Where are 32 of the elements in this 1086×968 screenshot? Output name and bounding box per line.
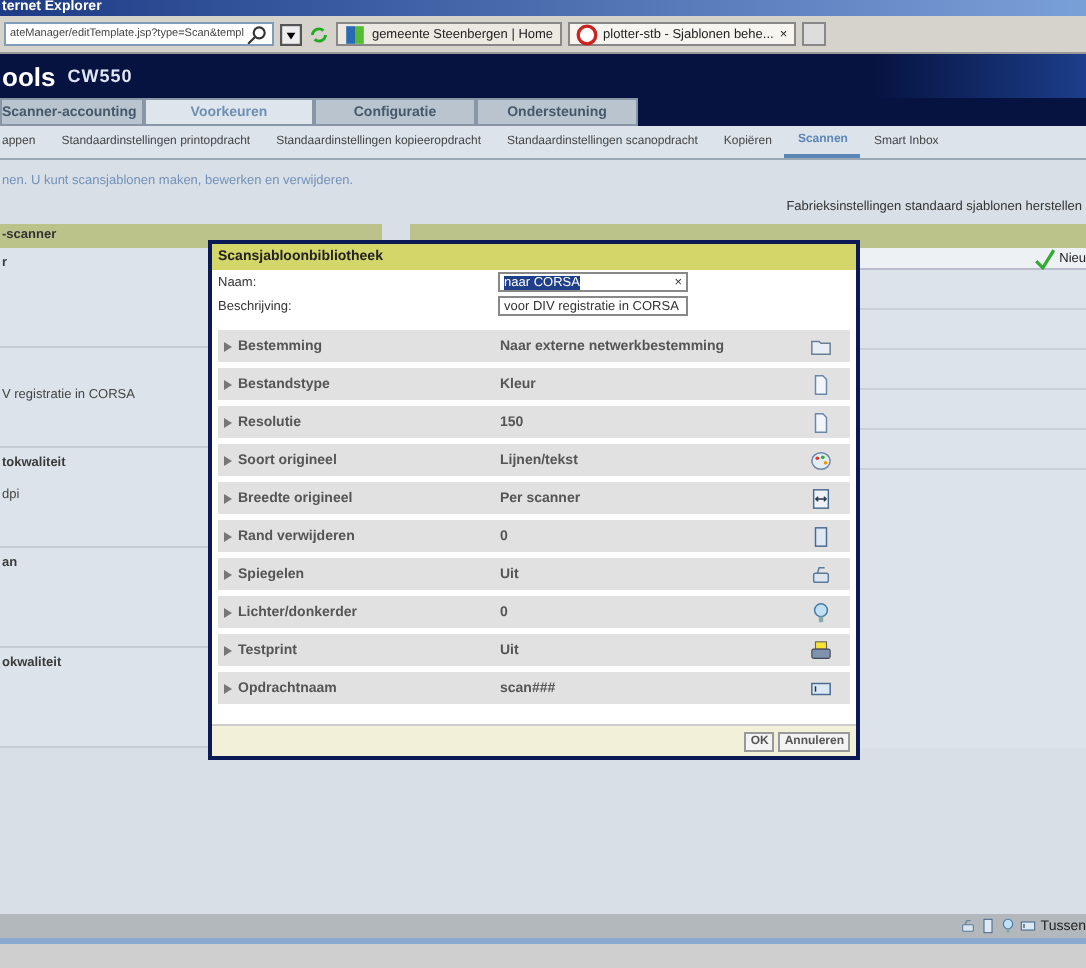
caret-icon bbox=[224, 379, 232, 389]
light-bulb-icon bbox=[810, 601, 832, 623]
dropdown-icon[interactable] bbox=[279, 23, 302, 45]
site-icon bbox=[575, 23, 598, 45]
caret-icon bbox=[224, 493, 232, 503]
site-icon bbox=[343, 23, 366, 45]
folder-icon bbox=[810, 335, 832, 357]
checkmark-icon bbox=[1033, 247, 1056, 269]
caret-icon bbox=[224, 683, 232, 693]
document-icon bbox=[810, 373, 832, 395]
text-field-icon bbox=[810, 677, 832, 699]
width-icon bbox=[810, 487, 832, 509]
caret-icon bbox=[224, 569, 232, 579]
document-icon bbox=[810, 411, 832, 433]
product-name: ools bbox=[2, 61, 56, 91]
caret-icon bbox=[224, 417, 232, 427]
scanner-icon bbox=[810, 563, 832, 585]
page-icon bbox=[980, 918, 997, 934]
caret-icon bbox=[224, 531, 232, 541]
model-name: CW550 bbox=[67, 66, 133, 86]
caret-icon bbox=[224, 607, 232, 617]
caret-icon bbox=[224, 455, 232, 465]
printer-icon bbox=[810, 639, 832, 661]
page-icon bbox=[810, 525, 832, 547]
caret-icon bbox=[224, 341, 232, 351]
new-tab-button[interactable] bbox=[801, 22, 826, 46]
text-field-icon bbox=[1020, 918, 1037, 934]
search-icon bbox=[245, 24, 268, 44]
light-bulb-icon bbox=[1000, 918, 1017, 934]
caret-icon bbox=[224, 645, 232, 655]
palette-icon bbox=[810, 449, 832, 471]
scanner-icon bbox=[960, 918, 977, 934]
